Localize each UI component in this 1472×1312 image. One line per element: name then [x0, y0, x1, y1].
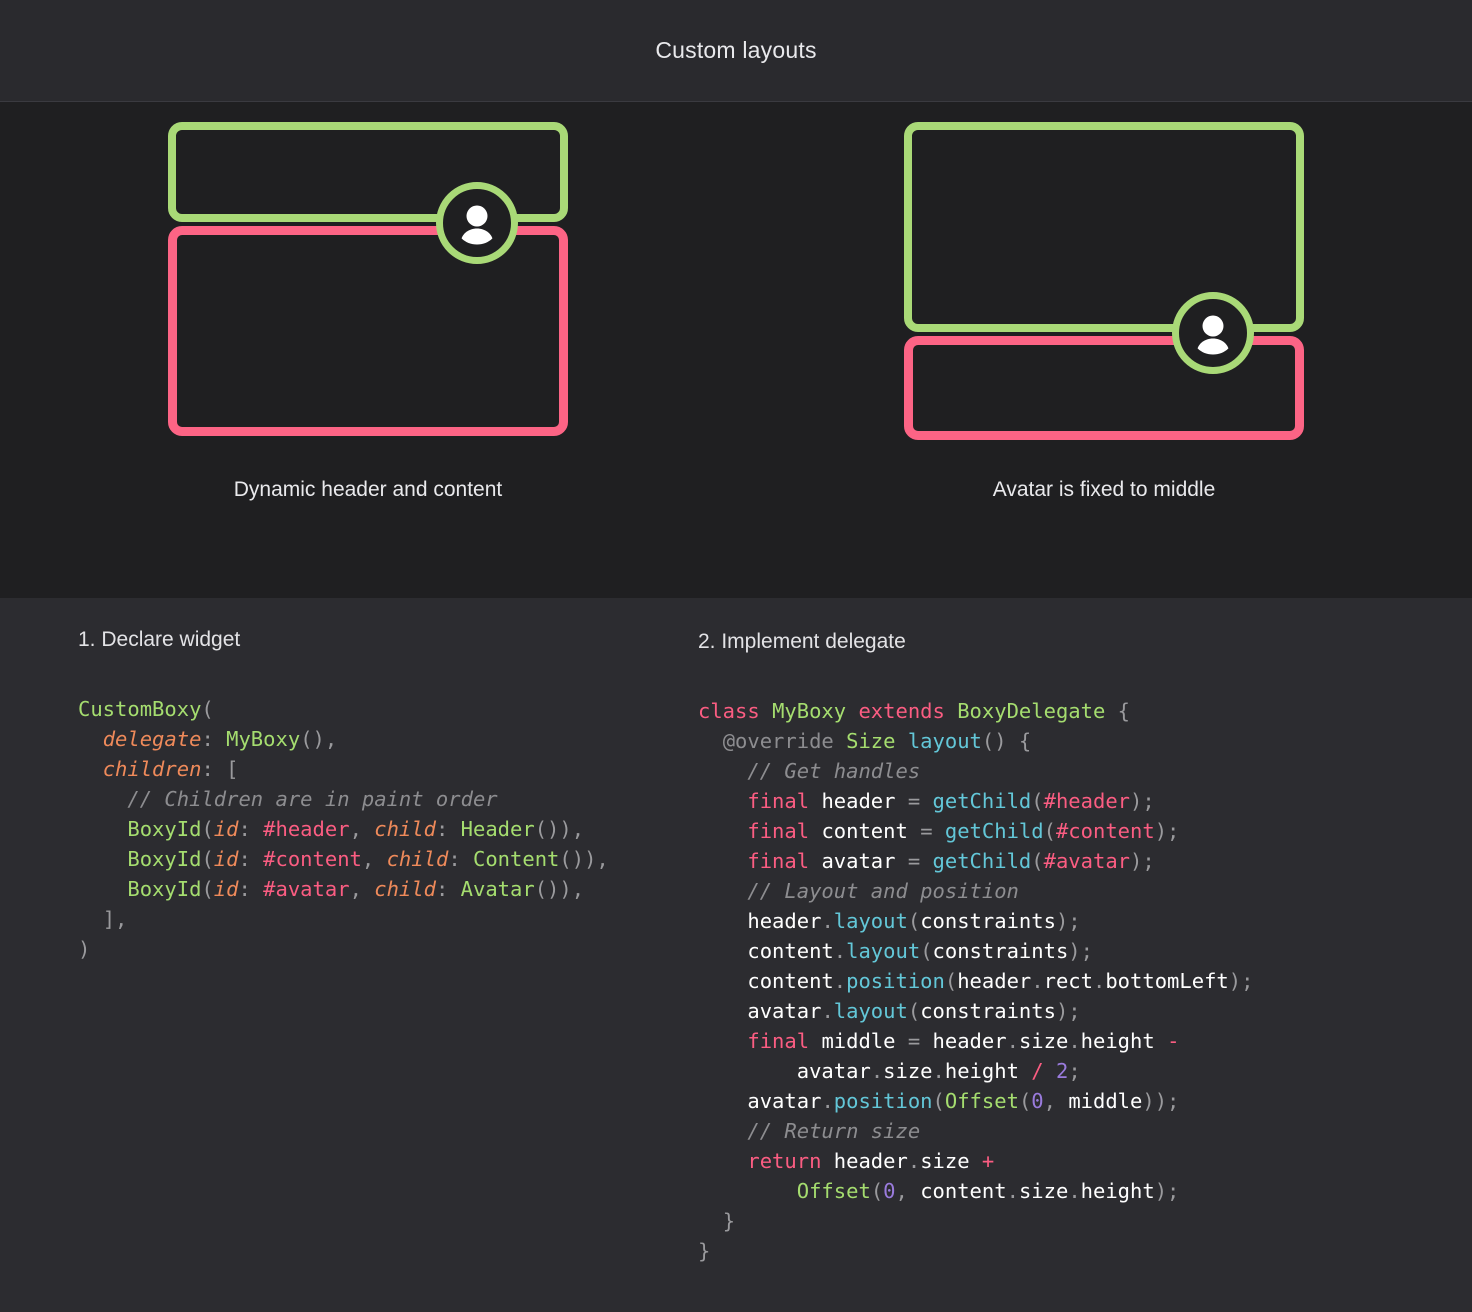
- diagram-caption: Avatar is fixed to middle: [992, 478, 1216, 501]
- step-declare-widget: 1. Declare widget CustomBoxy( delegate: …: [0, 598, 688, 1312]
- step-heading: 2. Implement delegate: [698, 630, 906, 653]
- diagram-half-right: Avatar is fixed to middle: [736, 102, 1472, 598]
- avatar: [436, 182, 518, 264]
- page-title: Custom layouts: [655, 37, 817, 63]
- step-implement-delegate: 2. Implement delegate class MyBoxy exten…: [688, 598, 1472, 1312]
- diagram-stage: Dynamic header and content Avatar is fix…: [0, 102, 1472, 598]
- step-heading: 1. Declare widget: [78, 628, 241, 651]
- diagram-caption: Dynamic header and content: [233, 478, 503, 501]
- code-section: 1. Declare widget CustomBoxy( delegate: …: [0, 598, 1472, 1312]
- content-box: [168, 226, 568, 436]
- header-box: [904, 122, 1304, 332]
- person-icon: [452, 198, 502, 248]
- code-block-implement-delegate[interactable]: class MyBoxy extends BoxyDelegate { @ove…: [698, 696, 1472, 1266]
- diagram-half-left: Dynamic header and content: [0, 102, 736, 598]
- code-block-declare-widget[interactable]: CustomBoxy( delegate: MyBoxy(), children…: [78, 694, 688, 964]
- person-icon: [1188, 308, 1238, 358]
- diagram-avatar-fixed-to-middle: Avatar is fixed to middle: [904, 122, 1304, 501]
- avatar: [1172, 292, 1254, 374]
- diagram-dynamic-header-and-content: Dynamic header and content: [168, 122, 568, 501]
- window-titlebar: Custom layouts: [0, 0, 1472, 102]
